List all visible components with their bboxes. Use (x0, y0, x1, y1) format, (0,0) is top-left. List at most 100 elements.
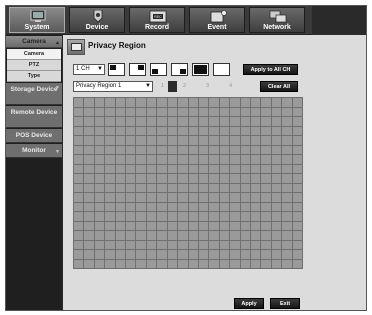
grid-cell[interactable] (198, 117, 209, 126)
grid-cell[interactable] (188, 259, 198, 268)
grid-cell[interactable] (84, 164, 94, 173)
grid-cell[interactable] (146, 174, 157, 183)
grid-cell[interactable] (146, 231, 157, 240)
grid-cell[interactable] (250, 221, 261, 230)
grid-cell[interactable] (157, 174, 167, 183)
grid-cell[interactable] (178, 183, 188, 192)
grid-cell[interactable] (115, 164, 126, 173)
grid-cell[interactable] (105, 117, 115, 126)
grid-cell[interactable] (198, 193, 209, 202)
grid-cell[interactable] (146, 164, 157, 173)
grid-cell[interactable] (219, 183, 230, 192)
grid-cell[interactable] (157, 145, 167, 154)
grid-cell[interactable] (240, 136, 250, 145)
grid-cell[interactable] (250, 174, 261, 183)
grid-cell[interactable] (74, 231, 84, 240)
grid-cell[interactable] (282, 202, 292, 211)
grid-cell[interactable] (136, 202, 146, 211)
grid-cell[interactable] (167, 117, 178, 126)
grid-cell[interactable] (115, 193, 126, 202)
grid-cell[interactable] (271, 183, 282, 192)
grid-cell[interactable] (136, 259, 146, 268)
grid-cell[interactable] (230, 193, 240, 202)
grid-cell[interactable] (209, 250, 219, 259)
grid-cell[interactable] (84, 259, 94, 268)
grid-cell[interactable] (292, 98, 302, 107)
sidebar-sub-ptz[interactable]: PTZ (7, 60, 61, 71)
grid-cell[interactable] (250, 240, 261, 249)
grid-cell[interactable] (271, 107, 282, 116)
grid-cell[interactable] (209, 174, 219, 183)
grid-cell[interactable] (136, 164, 146, 173)
sidebar-remote-device[interactable]: Remote Device (6, 106, 62, 128)
grid-cell[interactable] (292, 240, 302, 249)
grid-cell[interactable] (115, 145, 126, 154)
grid-cell[interactable] (105, 174, 115, 183)
grid-cell[interactable] (219, 193, 230, 202)
grid-cell[interactable] (209, 117, 219, 126)
grid-cell[interactable] (198, 221, 209, 230)
region-number-1[interactable]: 1 (158, 81, 167, 92)
grid-cell[interactable] (126, 164, 136, 173)
grid-cell[interactable] (167, 155, 178, 164)
grid-cell[interactable] (115, 98, 126, 107)
grid-cell[interactable] (74, 212, 84, 221)
grid-cell[interactable] (188, 174, 198, 183)
grid-cell[interactable] (219, 155, 230, 164)
grid-cell[interactable] (115, 136, 126, 145)
grid-cell[interactable] (146, 250, 157, 259)
grid-cell[interactable] (136, 240, 146, 249)
grid-cell[interactable] (261, 174, 271, 183)
grid-cell[interactable] (188, 240, 198, 249)
grid-cell[interactable] (250, 117, 261, 126)
grid-cell[interactable] (115, 240, 126, 249)
grid-cell[interactable] (188, 231, 198, 240)
grid-cell[interactable] (261, 221, 271, 230)
grid-cell[interactable] (209, 193, 219, 202)
grid-cell[interactable] (271, 164, 282, 173)
grid-cell[interactable] (136, 107, 146, 116)
grid-cell[interactable] (292, 117, 302, 126)
grid-cell[interactable] (271, 212, 282, 221)
grid-cell[interactable] (84, 193, 94, 202)
grid-cell[interactable] (157, 240, 167, 249)
grid-cell[interactable] (282, 240, 292, 249)
grid-cell[interactable] (136, 221, 146, 230)
grid-cell[interactable] (230, 231, 240, 240)
grid-cell[interactable] (271, 250, 282, 259)
grid-cell[interactable] (240, 240, 250, 249)
apply-button[interactable]: Apply (234, 298, 264, 309)
grid-cell[interactable] (188, 136, 198, 145)
grid-cell[interactable] (198, 145, 209, 154)
grid-cell[interactable] (230, 174, 240, 183)
grid-cell[interactable] (198, 164, 209, 173)
grid-cell[interactable] (230, 250, 240, 259)
grid-cell[interactable] (126, 193, 136, 202)
grid-cell[interactable] (282, 136, 292, 145)
grid-cell[interactable] (250, 183, 261, 192)
grid-cell[interactable] (157, 202, 167, 211)
grid-cell[interactable] (84, 145, 94, 154)
grid-cell[interactable] (240, 259, 250, 268)
grid-cell[interactable] (282, 193, 292, 202)
grid-cell[interactable] (198, 212, 209, 221)
grid-cell[interactable] (146, 155, 157, 164)
nav-network[interactable]: Network (249, 7, 305, 33)
grid-cell[interactable] (178, 107, 188, 116)
grid-cell[interactable] (167, 174, 178, 183)
grid-cell[interactable] (167, 136, 178, 145)
grid-cell[interactable] (240, 193, 250, 202)
grid-cell[interactable] (209, 212, 219, 221)
grid-cell[interactable] (178, 98, 188, 107)
grid-cell[interactable] (282, 145, 292, 154)
grid-cell[interactable] (136, 155, 146, 164)
grid-cell[interactable] (167, 126, 178, 135)
grid-cell[interactable] (157, 250, 167, 259)
grid-cell[interactable] (84, 107, 94, 116)
grid-cell[interactable] (240, 202, 250, 211)
grid-cell[interactable] (84, 126, 94, 135)
grid-cell[interactable] (261, 212, 271, 221)
grid-cell[interactable] (178, 250, 188, 259)
grid-cell[interactable] (167, 259, 178, 268)
grid-cell[interactable] (261, 155, 271, 164)
